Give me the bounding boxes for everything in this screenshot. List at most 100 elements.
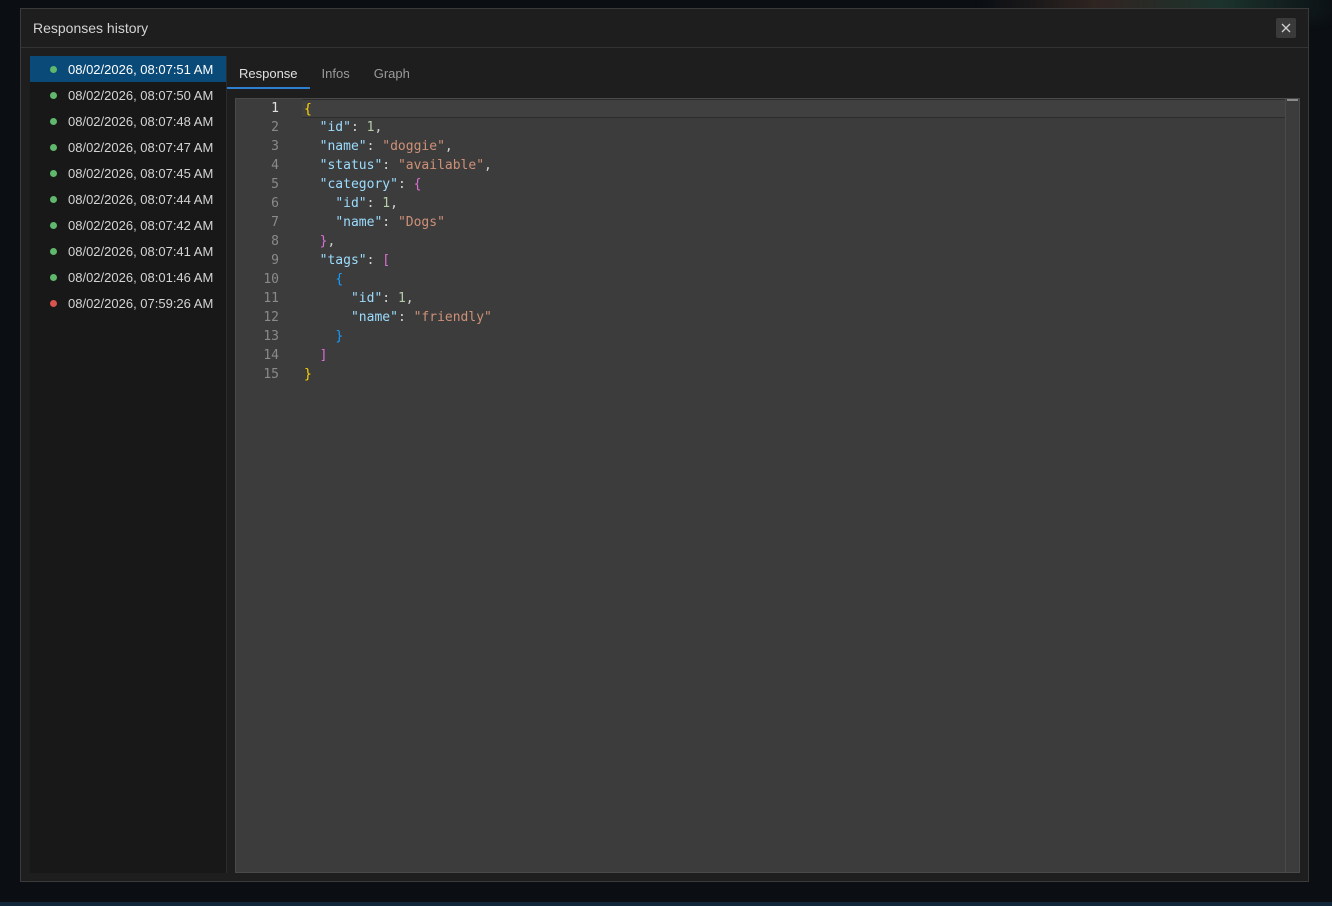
code-token: : [382,215,398,230]
history-item-timestamp: 08/02/2026, 08:07:48 AM [68,113,214,129]
close-button[interactable] [1276,18,1296,38]
history-item[interactable]: 08/02/2026, 08:07:44 AM [30,186,226,212]
response-editor[interactable]: 1 2 3 4 5 6 7 8 9 10 11 12 13 14 15 { "id": 1, "name":… [235,98,1300,873]
line-number: 10 [263,272,279,287]
error-status-dot-icon [50,299,57,307]
code-line: { [304,270,1285,289]
history-item[interactable]: 08/02/2026, 08:07:50 AM [30,82,226,108]
code-token: : [382,291,398,306]
code-token: , [484,158,492,173]
code-line: "id": 1, [304,118,1285,137]
line-number: 8 [271,234,279,249]
line-number: 11 [263,291,279,306]
code-token: "status" [319,158,383,173]
code-token: : [397,177,414,192]
code-token: 1 [382,196,391,211]
code-token: "doggie" [382,139,445,154]
code-line: "status": "available", [304,156,1285,175]
code-area[interactable]: { "id": 1, "name": "doggie", "status": "… [302,99,1285,872]
code-token: "category" [319,177,398,192]
history-item[interactable]: 08/02/2026, 08:01:46 AM [30,264,226,290]
code-token: } [335,329,344,344]
code-token: , [390,196,398,211]
code-token: "name" [335,215,383,230]
close-icon [1281,23,1291,33]
code-token: } [304,367,312,382]
code-token: "name" [350,310,398,325]
code-token: : [366,139,383,154]
code-token: "id" [335,196,367,211]
history-item-timestamp: 08/02/2026, 08:07:42 AM [68,217,214,233]
code-token: "available" [397,158,485,173]
code-token: "tags" [319,253,367,268]
tab-bar: Response Infos Graph [227,56,1300,89]
line-number: 7 [271,215,279,230]
code-token: , [327,234,336,249]
code-line: { [302,99,1285,118]
success-status-dot-icon [50,273,57,281]
line-number: 6 [271,196,279,211]
success-status-dot-icon [50,221,57,229]
tab-graph[interactable]: Graph [362,56,422,89]
code-line: }, [304,232,1285,251]
code-token: ] [319,348,328,363]
code-line: "category": { [304,175,1285,194]
history-item[interactable]: 08/02/2026, 08:07:45 AM [30,160,226,186]
code-token: "id" [319,120,351,135]
success-status-dot-icon [50,143,57,151]
history-item[interactable]: 08/02/2026, 08:07:41 AM [30,238,226,264]
success-status-dot-icon [50,247,57,255]
history-item-timestamp: 08/02/2026, 08:07:47 AM [68,139,214,155]
code-token: : [382,158,398,173]
code-token: : [366,253,383,268]
line-number: 5 [271,177,279,192]
code-token: "id" [350,291,383,306]
history-item-timestamp: 08/02/2026, 07:59:26 AM [68,295,214,311]
responses-history-dialog: Responses history 08/02/2026, 08:07:51 A… [20,8,1309,882]
code-token: { [335,272,344,287]
code-token: : [366,196,383,211]
history-item[interactable]: 08/02/2026, 07:59:26 AM [30,290,226,316]
code-token: : [397,310,414,325]
code-token: , [444,139,453,154]
background-strip [0,902,1332,906]
line-number: 12 [263,310,279,325]
history-item-timestamp: 08/02/2026, 08:07:45 AM [68,165,214,181]
vertical-scrollbar[interactable] [1285,99,1299,872]
line-number-gutter: 1 2 3 4 5 6 7 8 9 10 11 12 13 14 15 [236,99,294,872]
code-token: [ [382,253,391,268]
code-token: : [350,120,367,135]
code-token: 1 [397,291,406,306]
history-item[interactable]: 08/02/2026, 08:07:42 AM [30,212,226,238]
success-status-dot-icon [50,91,57,99]
code-line: } [304,365,1285,384]
code-token: "name" [319,139,367,154]
line-number: 13 [263,329,279,344]
code-token: { [304,102,312,117]
tab-response[interactable]: Response [227,56,310,89]
history-item-timestamp: 08/02/2026, 08:07:51 AM [68,61,214,77]
line-number: 3 [271,139,279,154]
code-line: "name": "doggie", [304,137,1285,156]
history-item[interactable]: 08/02/2026, 08:07:51 AM [30,56,226,82]
scroll-position-marker [1287,99,1298,101]
history-item-timestamp: 08/02/2026, 08:07:41 AM [68,243,214,259]
sidebar-divider [226,56,227,873]
history-item-timestamp: 08/02/2026, 08:07:44 AM [68,191,214,207]
code-token: { [413,177,422,192]
code-token: "friendly" [413,310,492,325]
tab-infos[interactable]: Infos [310,56,362,89]
history-item[interactable]: 08/02/2026, 08:07:48 AM [30,108,226,134]
line-number: 15 [263,367,279,382]
code-line: "name": "Dogs" [304,213,1285,232]
history-item[interactable]: 08/02/2026, 08:07:47 AM [30,134,226,160]
code-line: } [304,327,1285,346]
